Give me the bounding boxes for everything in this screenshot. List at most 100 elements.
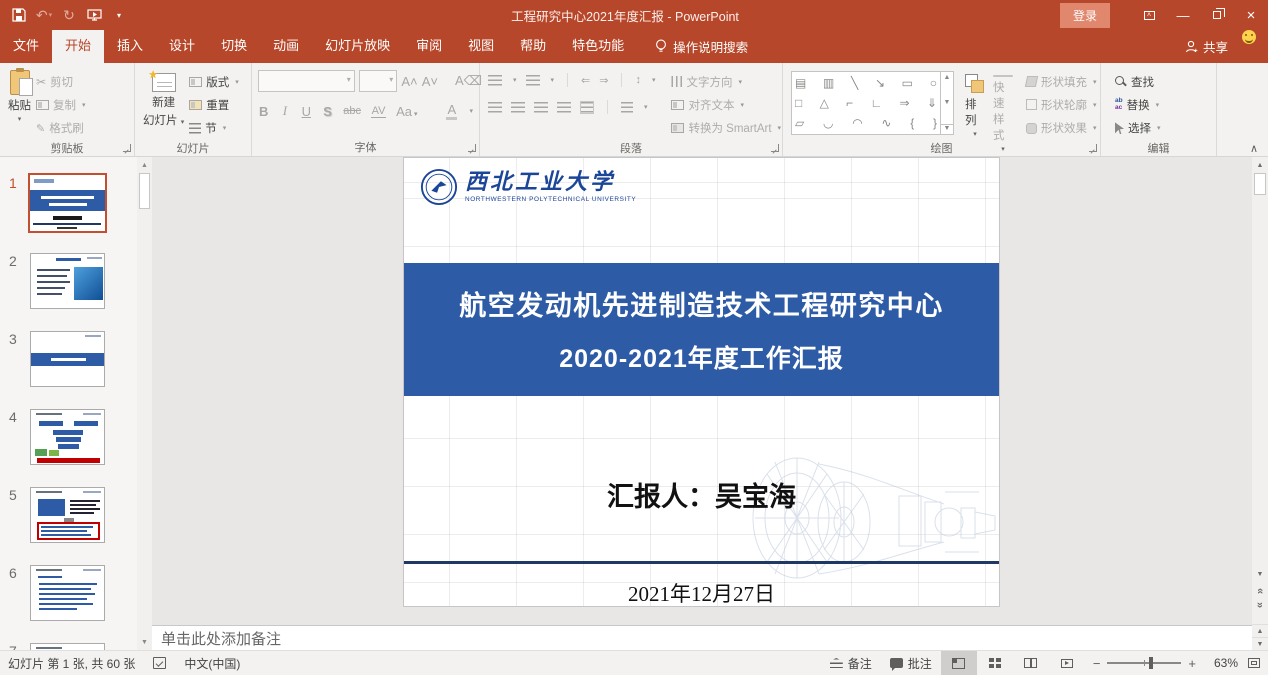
- slide-thumbnail-1[interactable]: 1: [0, 175, 137, 253]
- slide-count-status[interactable]: 幻灯片 第 1 张, 共 60 张: [8, 655, 135, 672]
- tab-design[interactable]: 设计: [156, 30, 208, 63]
- clipboard-dialog-launcher-icon[interactable]: [123, 144, 131, 152]
- comments-toggle-button[interactable]: 批注: [881, 651, 941, 675]
- collapse-ribbon-icon[interactable]: ∧: [1250, 142, 1258, 155]
- cut-button[interactable]: ✂剪切: [36, 70, 86, 93]
- decrease-indent-icon[interactable]: ⇐: [581, 74, 590, 87]
- slide-sorter-view-button[interactable]: [977, 651, 1013, 675]
- spell-check-icon[interactable]: [153, 657, 166, 669]
- tab-home[interactable]: 开始: [52, 30, 104, 63]
- columns-icon[interactable]: [621, 102, 633, 113]
- font-dialog-launcher-icon[interactable]: [468, 144, 476, 152]
- slide-thumbnail-3[interactable]: 3: [0, 331, 137, 409]
- slide-thumbnail-6[interactable]: 6: [0, 565, 137, 643]
- drawing-dialog-launcher-icon[interactable]: [1089, 144, 1097, 152]
- font-color-button[interactable]: A: [446, 102, 457, 120]
- notes-scroll-up-icon[interactable]: ▲: [1252, 624, 1268, 637]
- character-spacing-button[interactable]: AV: [371, 105, 386, 118]
- align-left-icon[interactable]: [488, 102, 502, 113]
- restore-button[interactable]: [1200, 0, 1234, 30]
- shape-icon[interactable]: {: [910, 117, 914, 129]
- distribute-icon[interactable]: [580, 101, 594, 114]
- redo-icon[interactable]: ↻: [58, 4, 80, 26]
- ribbon-display-options-icon[interactable]: ˄: [1132, 0, 1166, 30]
- reset-button[interactable]: 重置: [189, 93, 239, 116]
- slide-thumbnail-5[interactable]: 5: [0, 487, 137, 565]
- title-band[interactable]: 航空发动机先进制造技术工程研究中心 2020-2021年度工作汇报: [404, 263, 999, 396]
- zoom-in-icon[interactable]: +: [1188, 656, 1196, 671]
- slide-thumbnail-7[interactable]: 7: [0, 643, 137, 650]
- next-slide-icon[interactable]: «: [1252, 604, 1268, 608]
- change-case-button[interactable]: Aa▾: [396, 104, 417, 119]
- align-text-button[interactable]: 对齐文本▾: [671, 93, 781, 116]
- font-name-combo[interactable]: [258, 70, 355, 92]
- increase-font-size-button[interactable]: A˄: [401, 74, 417, 89]
- zoom-slider[interactable]: [1107, 662, 1181, 664]
- convert-smartart-button[interactable]: 转换为 SmartArt▾: [671, 117, 781, 140]
- zoom-percentage[interactable]: 63%: [1204, 656, 1238, 670]
- copy-button[interactable]: 复制▾: [36, 93, 86, 116]
- gallery-down-icon[interactable]: ▼: [944, 99, 951, 106]
- shape-icon[interactable]: }: [933, 117, 937, 129]
- tab-file[interactable]: 文件: [0, 30, 52, 63]
- notes-pane[interactable]: 单击此处添加备注: [152, 625, 1252, 650]
- paste-button[interactable]: 粘贴 ▾: [5, 67, 34, 140]
- text-shadow-button[interactable]: S: [322, 104, 333, 119]
- fit-slide-to-window-icon[interactable]: [1248, 658, 1260, 668]
- slide-thumbnail-preview[interactable]: [30, 409, 105, 465]
- text-direction-button[interactable]: 文字方向▾: [671, 70, 781, 93]
- strikethrough-button[interactable]: abc: [343, 105, 361, 117]
- clear-formatting-button[interactable]: A⌫: [455, 73, 473, 89]
- shape-icon[interactable]: ∟: [870, 97, 882, 109]
- bullets-icon[interactable]: [488, 75, 502, 86]
- slide-thumbnail-2[interactable]: 2: [0, 253, 137, 331]
- italic-button[interactable]: I: [279, 103, 290, 119]
- tab-slideshow[interactable]: 幻灯片放映: [312, 30, 403, 63]
- find-button[interactable]: 查找: [1115, 70, 1161, 93]
- gallery-more-icon[interactable]: ▼: [941, 124, 953, 132]
- shape-gallery-scroll[interactable]: ▲ ▼ ▼: [941, 71, 954, 135]
- shape-icon[interactable]: ▭: [902, 77, 913, 89]
- slide-thumbnail-preview[interactable]: [30, 253, 105, 309]
- tab-animations[interactable]: 动画: [260, 30, 312, 63]
- shape-icon[interactable]: △: [820, 97, 829, 109]
- slideshow-view-button[interactable]: [1049, 651, 1085, 675]
- thumbnail-scroll-down-icon[interactable]: ▼: [137, 634, 152, 650]
- undo-icon[interactable]: ↶▾: [33, 4, 55, 26]
- tab-help[interactable]: 帮助: [507, 30, 559, 63]
- close-button[interactable]: ×: [1234, 0, 1268, 30]
- shape-icon[interactable]: ▥: [823, 77, 834, 89]
- tell-me-search[interactable]: 操作说明搜索: [655, 30, 748, 63]
- font-color-dropdown-icon[interactable]: ▾: [469, 107, 473, 115]
- minimize-button[interactable]: —: [1166, 0, 1200, 30]
- notes-toggle-button[interactable]: 备注: [821, 651, 881, 675]
- language-status[interactable]: 中文(中国): [184, 655, 240, 672]
- notes-scroll-down-icon[interactable]: ▼: [1252, 637, 1268, 650]
- thumbnail-scrollbar-thumb[interactable]: [139, 173, 150, 209]
- shape-icon[interactable]: ○: [930, 77, 937, 89]
- date-text[interactable]: 2021年12月27日: [404, 578, 999, 606]
- line-spacing-icon[interactable]: ↕: [635, 74, 641, 86]
- shape-icon[interactable]: ⌐: [846, 97, 853, 109]
- slide-thumbnail-preview[interactable]: [30, 487, 105, 543]
- scroll-up-icon[interactable]: ▲: [1252, 157, 1268, 173]
- shape-icon[interactable]: ◠: [852, 117, 862, 129]
- select-button[interactable]: 选择▾: [1115, 117, 1161, 140]
- undo-dropdown-icon[interactable]: ▾: [49, 11, 53, 19]
- start-slideshow-icon[interactable]: [83, 4, 105, 26]
- normal-view-button[interactable]: [941, 651, 977, 675]
- gallery-up-icon[interactable]: ▲: [944, 74, 951, 81]
- slide[interactable]: 西北工业大学 NORTHWESTERN POLYTECHNICAL UNIVER…: [404, 158, 999, 606]
- section-button[interactable]: 节▾: [189, 117, 239, 140]
- font-size-combo[interactable]: [359, 70, 397, 92]
- justify-icon[interactable]: [557, 102, 571, 113]
- replace-button[interactable]: abac替换▾: [1115, 93, 1161, 116]
- shape-icon[interactable]: ⇒: [900, 97, 910, 109]
- numbering-icon[interactable]: [526, 75, 540, 86]
- shape-icon[interactable]: ⇓: [927, 97, 937, 109]
- new-slide-button[interactable]: 新建 幻灯片 ▾: [140, 67, 187, 140]
- login-button[interactable]: 登录: [1060, 3, 1110, 28]
- decrease-font-size-button[interactable]: A˅: [422, 74, 438, 89]
- tab-view[interactable]: 视图: [455, 30, 507, 63]
- vertical-scrollbar[interactable]: ▲ ▼ « « ▲ ▼: [1252, 157, 1268, 650]
